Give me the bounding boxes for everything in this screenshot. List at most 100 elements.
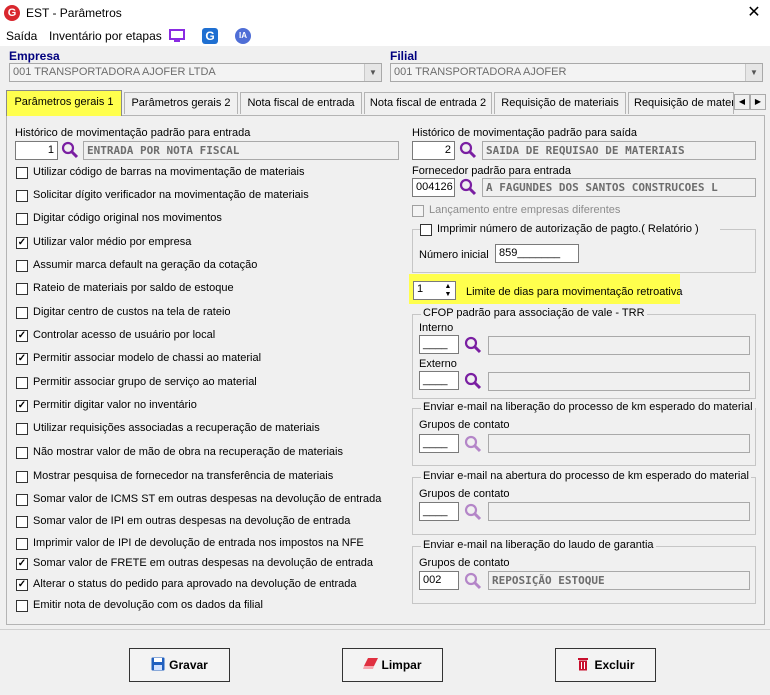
- menu-saida[interactable]: Saída: [6, 29, 37, 43]
- empresa-select[interactable]: 001 TRANSPORTADORA AJOFER LTDA ▼: [9, 63, 382, 82]
- checkbox-label: Somar valor de ICMS ST em outras despesa…: [33, 493, 382, 505]
- checkbox[interactable]: [16, 307, 28, 319]
- menu-inventario-etapas[interactable]: Inventário por etapas: [49, 29, 162, 43]
- checkbox-status-pedido[interactable]: ✓ Alterar o status do pedido para aprovad…: [16, 577, 396, 593]
- close-icon[interactable]: ✕: [744, 3, 764, 23]
- limpar-button[interactable]: Limpar: [342, 648, 443, 682]
- historico-saida-label: Histórico de movimentação padrão para sa…: [412, 127, 638, 139]
- chevron-right-icon[interactable]: ▶: [750, 94, 766, 110]
- search-icon[interactable]: [464, 503, 482, 521]
- checkbox[interactable]: [16, 600, 28, 612]
- checkbox-pesquisa-fornecedor[interactable]: Mostrar pesquisa de fornecedor na transf…: [16, 469, 396, 485]
- checkbox[interactable]: [16, 471, 28, 483]
- chevron-down-icon[interactable]: ▼: [364, 64, 381, 81]
- filial-select[interactable]: 001 TRANSPORTADORA AJOFER ▼: [390, 63, 763, 82]
- checkbox-rateio-saldo[interactable]: Rateio de materiais por saldo de estoque: [16, 281, 396, 297]
- checkbox-ipi-despesas[interactable]: Somar valor de IPI em outras despesas na…: [16, 514, 396, 530]
- chevron-left-icon[interactable]: ◀: [734, 94, 750, 110]
- checkbox-mao-obra[interactable]: Não mostrar valor de mão de obra na recu…: [16, 445, 396, 461]
- search-icon[interactable]: [61, 141, 79, 159]
- checkbox-label: Utilizar requisições associadas a recupe…: [33, 422, 320, 434]
- search-icon[interactable]: [459, 178, 477, 196]
- numero-inicial-input[interactable]: 859_______: [495, 244, 579, 263]
- email-km-liberacao-input[interactable]: ____: [419, 434, 459, 453]
- checkbox-grupo-servico[interactable]: Permitir associar grupo de serviço ao ma…: [16, 375, 396, 391]
- checkbox-marca-default[interactable]: Assumir marca default na geração da cota…: [16, 258, 396, 274]
- checkbox-ipi-nfe[interactable]: Imprimir valor de IPI de devolução de en…: [16, 536, 396, 552]
- search-icon[interactable]: [464, 572, 482, 590]
- email-laudo-input[interactable]: 002: [419, 571, 459, 590]
- fornecedor-desc: A FAGUNDES DOS SANTOS CONSTRUCOES L: [482, 178, 756, 197]
- historico-entrada-code-input[interactable]: 1: [15, 141, 58, 160]
- tab-parametros-gerais-1[interactable]: Parâmetros gerais 1: [6, 90, 122, 116]
- ia-icon[interactable]: IA: [235, 28, 251, 44]
- checkbox-imprimir-autorizacao[interactable]: Imprimir número de autorização de pagto.…: [420, 222, 720, 238]
- limite-dias-stepper[interactable]: 1 ▲ ▼: [413, 281, 456, 300]
- tab-requisicao-materiais-2[interactable]: Requisição de materi: [628, 92, 734, 114]
- checkbox[interactable]: [16, 423, 28, 435]
- checkbox-lancamento-empresas[interactable]: Lançamento entre empresas diferentes: [412, 203, 712, 219]
- historico-saida-code-input[interactable]: 2: [412, 141, 455, 160]
- checkbox[interactable]: [412, 205, 424, 217]
- checkbox[interactable]: [420, 224, 432, 236]
- cfop-externo-input[interactable]: ____: [419, 371, 459, 390]
- checkbox-checked[interactable]: ✓: [16, 353, 28, 365]
- gravar-label: Gravar: [169, 658, 208, 672]
- search-icon[interactable]: [464, 435, 482, 453]
- checkbox-centro-custos[interactable]: Digitar centro de custos na tela de rate…: [16, 305, 396, 321]
- checkbox-checked[interactable]: ✓: [16, 330, 28, 342]
- checkbox-codigo-barras[interactable]: Utilizar código de barras na movimentaçã…: [16, 165, 396, 181]
- checkbox[interactable]: [16, 516, 28, 528]
- checkbox[interactable]: [16, 377, 28, 389]
- checkbox-label: Emitir nota de devolução com os dados da…: [33, 599, 263, 611]
- tab-nota-fiscal-entrada[interactable]: Nota fiscal de entrada: [240, 92, 362, 114]
- checkbox-label: Digitar centro de custos na tela de rate…: [33, 306, 231, 318]
- checkbox-requisicoes-recuperacao[interactable]: Utilizar requisições associadas a recupe…: [16, 421, 396, 437]
- checkbox-checked[interactable]: ✓: [16, 579, 28, 591]
- checkbox-modelo-chassi[interactable]: ✓ Permitir associar modelo de chassi ao m…: [16, 351, 396, 367]
- checkbox[interactable]: [16, 260, 28, 272]
- checkbox-valor-medio[interactable]: ✓ Utilizar valor médio por empresa: [16, 235, 396, 251]
- checkbox[interactable]: [16, 167, 28, 179]
- monitor-icon[interactable]: [169, 28, 185, 44]
- gravar-button[interactable]: Gravar: [129, 648, 230, 682]
- tab-parametros-gerais-2[interactable]: Parâmetros gerais 2: [124, 92, 238, 114]
- checkbox-nota-devolucao-filial[interactable]: Emitir nota de devolução com os dados da…: [16, 598, 396, 614]
- checkbox-codigo-original[interactable]: Digitar código original nos movimentos: [16, 211, 396, 227]
- checkbox[interactable]: [16, 283, 28, 295]
- checkbox-checked[interactable]: ✓: [16, 237, 28, 249]
- checkbox[interactable]: [16, 538, 28, 550]
- window-title: EST - Parâmetros: [26, 6, 122, 20]
- checkbox[interactable]: [16, 494, 28, 506]
- checkbox-acesso-local[interactable]: ✓ Controlar acesso de usuário por local: [16, 328, 396, 344]
- cfop-group-title: CFOP padrão para associação de vale - TR…: [421, 307, 647, 319]
- cfop-interno-input[interactable]: ____: [419, 335, 459, 354]
- spin-arrows-icon[interactable]: ▲ ▼: [442, 283, 454, 300]
- checkbox[interactable]: [16, 213, 28, 225]
- email-laudo-desc: REPOSIÇÃO ESTOQUE: [488, 571, 750, 590]
- checkbox-label: Somar valor de IPI em outras despesas na…: [33, 515, 351, 527]
- search-icon[interactable]: [459, 141, 477, 159]
- title-bar: G EST - Parâmetros ✕: [0, 0, 770, 26]
- checkbox-valor-inventario[interactable]: ✓ Permitir digitar valor no inventário: [16, 398, 396, 414]
- excluir-button[interactable]: Excluir: [555, 648, 656, 682]
- checkbox-label: Somar valor de FRETE em outras despesas …: [33, 557, 373, 569]
- checkbox-checked[interactable]: ✓: [16, 400, 28, 412]
- checkbox-digito-verificador[interactable]: Solicitar dígito verificador na moviment…: [16, 188, 396, 204]
- checkbox-checked[interactable]: ✓: [16, 558, 28, 570]
- search-icon[interactable]: [464, 372, 482, 390]
- checkbox-icms-st[interactable]: Somar valor de ICMS ST em outras despesa…: [16, 492, 396, 508]
- g-app-icon[interactable]: G: [202, 28, 218, 44]
- checkbox-frete-despesas[interactable]: ✓ Somar valor de FRETE em outras despesas…: [16, 556, 396, 572]
- email-km-abertura-input[interactable]: ____: [419, 502, 459, 521]
- tab-requisicao-materiais[interactable]: Requisição de materiais: [494, 92, 626, 114]
- email-km-liberacao-label: Grupos de contato: [419, 419, 510, 431]
- tab-nota-fiscal-entrada-2[interactable]: Nota fiscal de entrada 2: [364, 92, 492, 114]
- checkbox-label: Alterar o status do pedido para aprovado…: [33, 578, 357, 590]
- checkbox[interactable]: [16, 190, 28, 202]
- chevron-down-icon[interactable]: ▼: [745, 64, 762, 81]
- checkbox-label: Controlar acesso de usuário por local: [33, 329, 216, 341]
- checkbox[interactable]: [16, 447, 28, 459]
- search-icon[interactable]: [464, 336, 482, 354]
- fornecedor-code-input[interactable]: 004126: [412, 178, 455, 197]
